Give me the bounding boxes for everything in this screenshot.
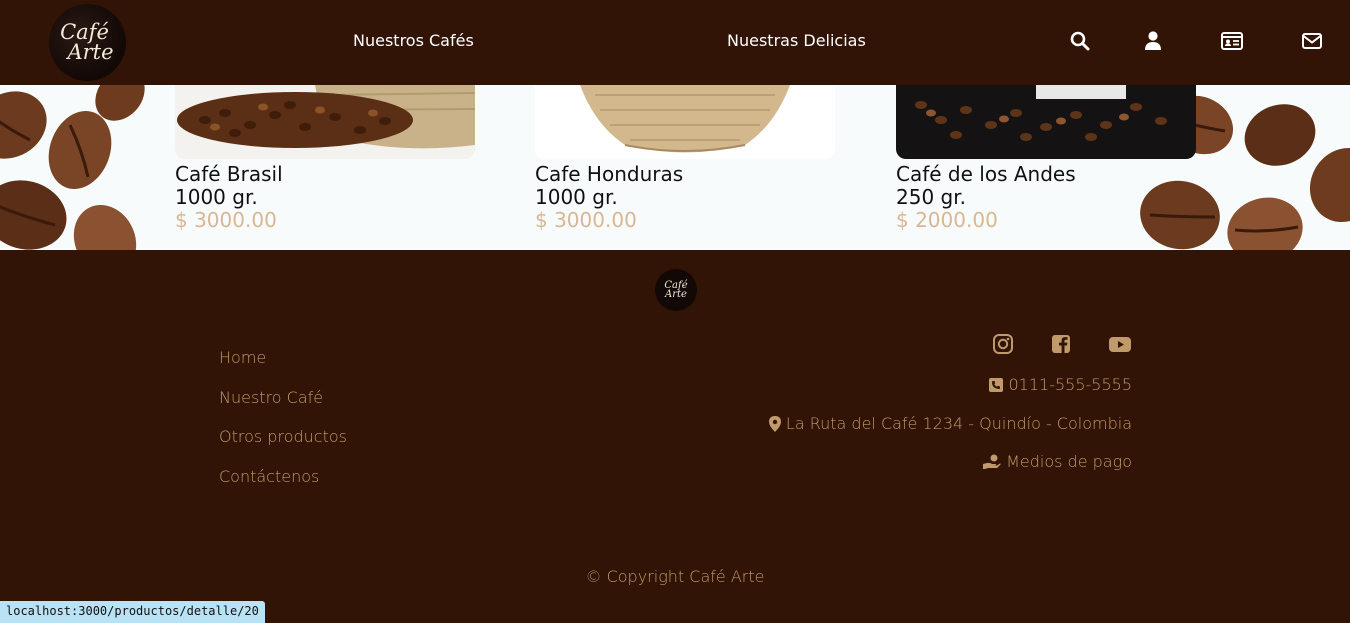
products-strip: Café Brasil 1000 gr. $ 3000.00 Cafe Hond… (0, 85, 1350, 250)
phone-number: 0111-555-5555 (1008, 375, 1132, 394)
footer-address: La Ruta del Café 1234 - Quindío - Colomb… (768, 414, 1132, 433)
footer-link-home[interactable]: Home (219, 348, 266, 367)
browser-status-url: localhost:3000/productos/detalle/20 (0, 601, 265, 623)
product-card[interactable]: Cafe Honduras 1000 gr. $ 3000.00 (535, 85, 835, 250)
footer-logo[interactable]: Café Arte (655, 269, 697, 311)
instagram-icon[interactable] (992, 333, 1016, 357)
cafe-arte-logo[interactable]: Café Arte (49, 4, 126, 81)
product-price: $ 3000.00 (175, 208, 277, 232)
product-weight: 1000 gr. (535, 185, 618, 209)
address-text: La Ruta del Café 1234 - Quindío - Colomb… (785, 414, 1132, 433)
map-marker-icon (768, 415, 781, 432)
footer-payment[interactable]: Medios de pago (983, 452, 1132, 471)
user-icon[interactable] (1141, 29, 1165, 53)
phone-icon (989, 377, 1004, 392)
footer-phone: 0111-555-5555 (989, 375, 1132, 394)
search-icon[interactable] (1068, 29, 1092, 53)
logo-text-line2: Arte (67, 39, 114, 64)
facebook-icon[interactable] (1050, 333, 1074, 357)
envelope-icon[interactable] (1300, 29, 1324, 53)
footer-logo-line2: Arte (665, 289, 687, 300)
product-image[interactable] (175, 85, 475, 159)
hand-holding-dollar-icon (983, 454, 1001, 469)
product-card[interactable]: Café de los Andes 250 gr. $ 2000.00 (896, 85, 1196, 250)
nav-nuestros-cafes[interactable]: Nuestros Cafés (353, 31, 474, 50)
id-card-icon[interactable] (1220, 29, 1244, 53)
youtube-icon[interactable] (1108, 333, 1132, 357)
product-price: $ 2000.00 (896, 208, 998, 232)
copyright-text: © Copyright Café Arte (585, 567, 765, 586)
product-weight: 1000 gr. (175, 185, 258, 209)
product-name[interactable]: Cafe Honduras (535, 162, 683, 186)
product-card[interactable]: Café Brasil 1000 gr. $ 3000.00 (175, 85, 475, 250)
product-image[interactable] (535, 85, 835, 159)
payment-methods-link[interactable]: Medios de pago (1006, 452, 1132, 471)
product-weight: 250 gr. (896, 185, 966, 209)
product-price: $ 3000.00 (535, 208, 637, 232)
footer-link-contactenos[interactable]: Contáctenos (219, 467, 319, 486)
product-name[interactable]: Café de los Andes (896, 162, 1076, 186)
coffee-beans-decoration-left (0, 85, 145, 250)
footer-link-otros-productos[interactable]: Otros productos (219, 427, 347, 446)
product-name[interactable]: Café Brasil (175, 162, 283, 186)
product-image[interactable] (896, 85, 1196, 159)
footer-link-nuestro-cafe[interactable]: Nuestro Café (219, 388, 323, 407)
site-header: Café Arte Nuestros Cafés Nuestras Delici… (0, 0, 1350, 85)
nav-nuestras-delicias[interactable]: Nuestras Delicias (727, 31, 866, 50)
